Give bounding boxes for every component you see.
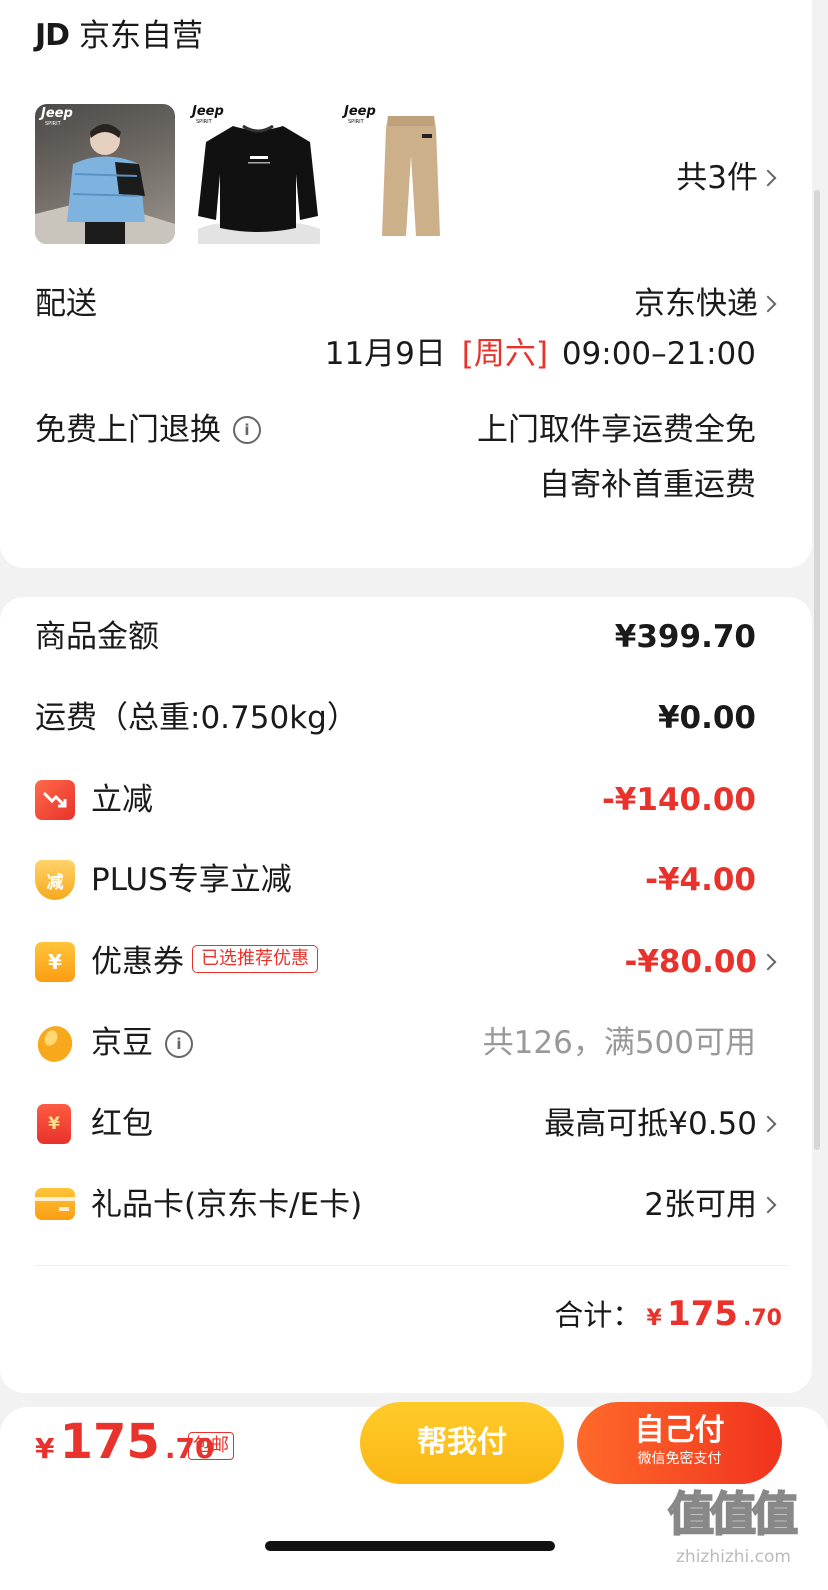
total-int: 175 [666,1294,738,1334]
delivery-weekday: [周六] [461,336,548,372]
chevron-right-icon [759,1115,777,1133]
coupon-label: 优惠券 [91,944,184,980]
gift-card-label: 礼品卡(京东卡/E卡) [91,1187,363,1223]
info-icon[interactable]: i [233,416,261,444]
info-icon[interactable]: i [165,1030,193,1058]
spirit-label: SPIRIT [348,119,364,125]
plus-discount-value: -¥4.00 [645,862,756,898]
jd-logo: JD [35,18,70,53]
free-shipping-badge: 包邮 [188,1432,234,1460]
delivery-time[interactable]: 11月9日 [周六] 09:00–21:00 [325,334,756,374]
order-total: 合计： ¥ 175 .70 [554,1292,782,1334]
self-pay-sublabel: 微信免密支付 [637,1451,722,1467]
return-label: 免费上门退换 [35,412,221,448]
jingdou-value: 共126，满500可用 [482,1025,756,1061]
trend-down-icon [35,780,75,820]
total-label: 合计： [554,1298,642,1332]
carrier-name: 京东快递 [634,286,758,322]
goods-amount-label: 商品金额 [35,619,159,655]
jeep-logo: Jeep [192,104,224,119]
pants-photo [382,116,440,236]
shipping-fee-label: 运费（总重:0.750kg） [35,700,358,736]
footer-currency: ¥ [35,1432,55,1465]
watermark-url: zhizhizhi.com [676,1547,791,1567]
instant-discount-label: 立减 [91,782,153,818]
jeep-logo: Jeep [344,104,376,119]
coupon-icon: ¥ [35,942,75,982]
product-count: 共3件 [676,160,758,196]
divider [35,1265,788,1266]
product-thumbnail-sweatshirt[interactable]: Jeep SPIRIT [188,104,328,244]
footer-price-int: 175 [59,1414,160,1470]
coupon-value: -¥80.00 [624,944,758,980]
return-line2: 自寄补首重运费 [539,467,756,503]
red-packet-icon: ¥ [37,1104,71,1144]
coupon-icon-text: ¥ [48,950,62,974]
delivery-label: 配送 [35,286,97,322]
scrollbar[interactable] [814,190,820,1150]
product-thumbnail-pants[interactable]: Jeep SPIRIT [340,104,480,244]
jingdou-bean-icon [37,1026,73,1062]
gift-card-value: 2张可用 [644,1187,757,1223]
jingdou-label: 京豆 [91,1025,153,1061]
trend-down-arrow [42,791,67,808]
red-packet-icon-text: ¥ [48,1114,60,1134]
store-name: 京东自营 [79,18,203,54]
help-pay-label: 帮我付 [417,1425,507,1460]
gift-card-row[interactable]: 礼品卡(京东卡/E卡) 2张可用 [91,1185,788,1225]
spirit-label: SPIRIT [196,119,212,125]
plus-discount-label: PLUS专享立减 [91,862,292,898]
instant-discount-value: -¥140.00 [601,782,756,818]
self-pay-label: 自己付 [634,1413,725,1448]
red-packet-value: 最高可抵¥0.50 [544,1106,757,1142]
plus-discount-icon: 减 [35,860,75,900]
shipping-fee-value: ¥0.00 [657,700,756,736]
return-line1: 上门取件享运费全免 [477,412,756,448]
goods-amount-value: ¥399.70 [614,619,756,655]
delivery-date: 11月9日 [324,336,446,372]
carrier-selector[interactable]: 京东快递 [560,284,788,324]
chevron-right-icon [759,295,777,313]
jeep-logo: Jeep [41,106,73,121]
product-count-link[interactable]: 共3件 [600,158,788,198]
coupon-recommended-tag: 已选推荐优惠 [192,945,318,973]
spirit-label: SPIRIT [45,121,61,127]
sweatshirt-photo [198,124,320,244]
delivery-hours: 09:00–21:00 [561,336,756,372]
gift-card-icon [35,1188,75,1220]
self-pay-button[interactable]: 自己付 微信免密支付 [577,1402,782,1484]
chevron-right-icon [759,1196,777,1214]
help-pay-button[interactable]: 帮我付 [360,1402,564,1484]
plus-discount-icon-text: 减 [46,872,64,893]
total-dec: .70 [743,1306,782,1331]
watermark-glyphs: 值值值 [667,1486,799,1542]
red-packet-label: 红包 [91,1106,153,1142]
product-thumbnail-jacket[interactable]: Jeep SPIRIT [35,104,175,244]
chevron-right-icon [759,953,777,971]
total-currency: ¥ [646,1306,662,1331]
card-stripe [35,1197,75,1211]
red-packet-row[interactable]: 红包 最高可抵¥0.50 [91,1104,788,1144]
home-indicator[interactable] [265,1541,555,1551]
chevron-right-icon [759,169,777,187]
coupon-row[interactable]: 优惠券 已选推荐优惠 -¥80.00 [91,942,788,982]
